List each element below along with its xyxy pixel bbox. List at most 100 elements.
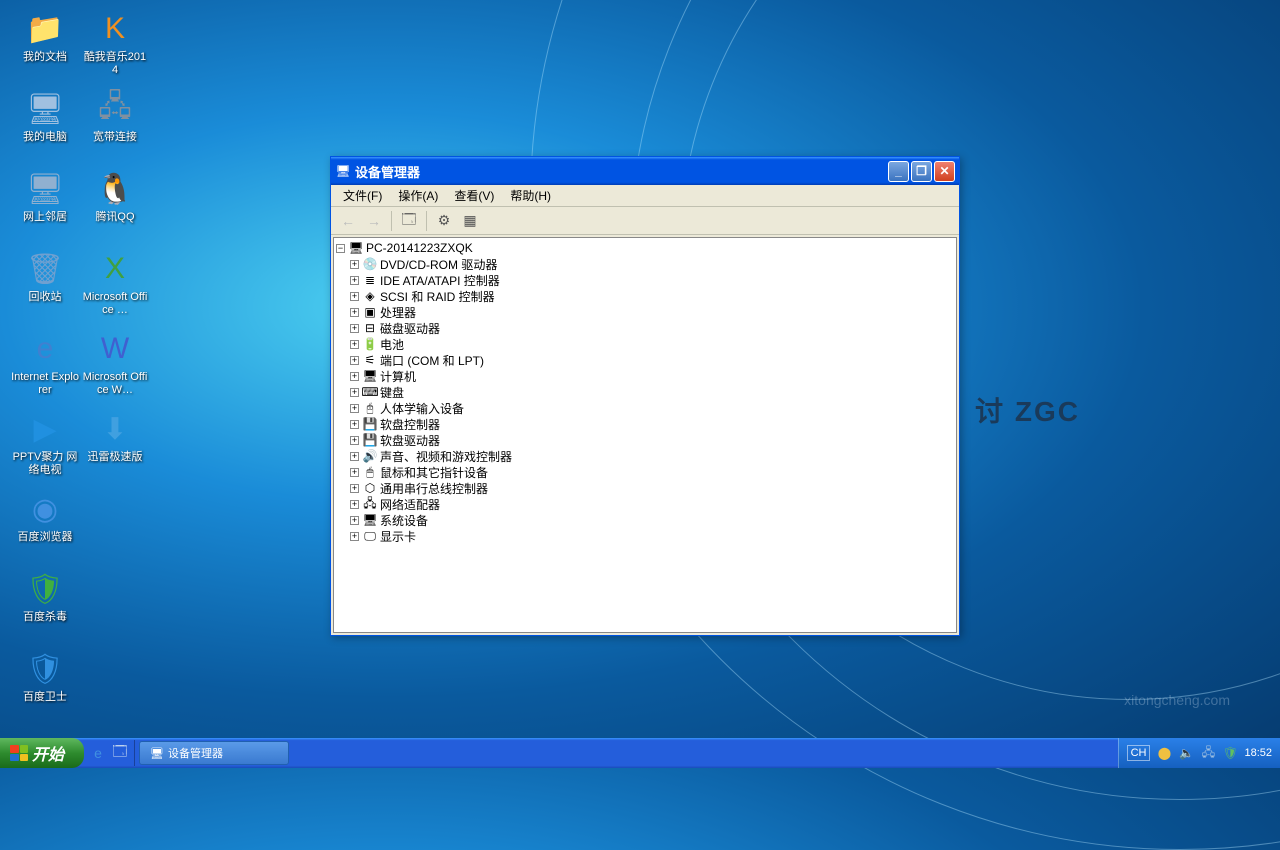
expand-icon[interactable]: + — [350, 484, 359, 493]
tree-device-node[interactable]: +🖵显示卡 — [336, 528, 954, 544]
desktop-icon-image: 🛡 — [25, 569, 65, 609]
desktop-icon-label: 腾讯QQ — [95, 211, 134, 224]
desktop-icon[interactable]: 🖥网上邻居 — [10, 165, 80, 240]
task-button-label: 设备管理器 — [168, 745, 223, 761]
close-button[interactable]: ✕ — [934, 161, 955, 182]
menu-item[interactable]: 查看(V) — [446, 185, 502, 206]
desktop-icon-image: 🐧 — [95, 169, 135, 209]
window-title: 设备管理器 — [355, 162, 888, 181]
tree-device-node[interactable]: +🖧网络适配器 — [336, 496, 954, 512]
tree-device-node[interactable]: +🔊声音、视频和游戏控制器 — [336, 448, 954, 464]
tree-device-node[interactable]: +⬡通用串行总线控制器 — [336, 480, 954, 496]
desktop-icon[interactable]: 🖧宽带连接 — [80, 85, 150, 160]
desktop-icon[interactable]: 🛡百度卫士 — [10, 645, 80, 720]
menu-item[interactable]: 文件(F) — [335, 185, 390, 206]
expand-icon[interactable]: + — [350, 308, 359, 317]
tree-device-node[interactable]: +🖥计算机 — [336, 368, 954, 384]
desktop-icon[interactable]: ◉百度浏览器 — [10, 485, 80, 560]
maximize-button[interactable]: ❐ — [911, 161, 932, 182]
device-category-icon: ⚟ — [362, 352, 378, 368]
tree-device-node[interactable]: +💿DVD/CD-ROM 驱动器 — [336, 256, 954, 272]
desktop-icon-grid: 📁我的文档 🖥 我的电脑 🖥网上邻居🗑回收站eInternet Explorer▶PP… — [10, 5, 150, 725]
device-category-icon: 🔋 — [362, 336, 378, 352]
expand-icon[interactable]: + — [350, 276, 359, 285]
tree-device-node[interactable]: +◈SCSI 和 RAID 控制器 — [336, 288, 954, 304]
tray-shield-icon[interactable]: 🛡 — [1222, 745, 1238, 761]
expand-icon[interactable]: + — [350, 436, 359, 445]
desktop-icon[interactable]: 🛡百度杀毒 — [10, 565, 80, 640]
desktop-icon-label: Microsoft Office W… — [81, 371, 149, 397]
clock[interactable]: 18:52 — [1244, 747, 1272, 759]
expand-icon[interactable]: + — [350, 420, 359, 429]
menubar: 文件(F)操作(A)查看(V)帮助(H) — [331, 185, 959, 207]
expand-icon[interactable]: + — [350, 452, 359, 461]
tree-root-node[interactable]: −🖥PC-20141223ZXQK — [336, 240, 954, 256]
menu-item[interactable]: 帮助(H) — [502, 185, 559, 206]
minimize-button[interactable]: _ — [888, 161, 909, 182]
desktop-icon-image: 🖥 — [25, 89, 65, 129]
desktop-icon[interactable]: ⬇ 迅雷极速版 — [80, 405, 150, 480]
desktop-icon[interactable]: 🖥 我的电脑 — [10, 85, 80, 160]
expand-icon[interactable]: + — [350, 260, 359, 269]
tool-scan-icon[interactable]: ▦ — [459, 210, 481, 232]
expand-icon[interactable]: + — [350, 372, 359, 381]
desktop-icon-label: 迅雷极速版 — [88, 451, 143, 464]
device-tree[interactable]: −🖥PC-20141223ZXQK+💿DVD/CD-ROM 驱动器+≣IDE A… — [333, 237, 957, 633]
desktop-icon[interactable]: eInternet Explorer — [10, 325, 80, 400]
expand-icon[interactable]: + — [350, 324, 359, 333]
taskbar: 开始 e 🗔 🖥 设备管理器 CH ⬤ 🔈 🖧 🛡 18:52 — [0, 738, 1280, 768]
device-category-icon: 💾 — [362, 432, 378, 448]
desktop-icon-label: 我的电脑 — [23, 131, 67, 144]
expand-icon[interactable]: + — [350, 404, 359, 413]
device-category-icon: 💿 — [362, 256, 378, 272]
ql-ie-icon[interactable]: e — [88, 743, 108, 763]
expand-icon[interactable]: + — [350, 340, 359, 349]
device-category-icon: 🖵 — [362, 528, 378, 544]
tree-device-node[interactable]: +⌨键盘 — [336, 384, 954, 400]
desktop-icon-image: 🗑 — [25, 249, 65, 289]
tree-device-node[interactable]: +⚟端口 (COM 和 LPT) — [336, 352, 954, 368]
expand-icon[interactable]: + — [350, 468, 359, 477]
ql-desktop-icon[interactable]: 🗔 — [110, 743, 130, 763]
desktop-icon-label: Internet Explorer — [11, 371, 79, 397]
tool-refresh-icon[interactable]: ⚙ — [433, 210, 455, 232]
tray-icon-1[interactable]: ⬤ — [1156, 745, 1172, 761]
desktop-icon[interactable]: K酷我音乐2014 — [80, 5, 150, 80]
desktop-icon[interactable]: 📁我的文档 — [10, 5, 80, 80]
desktop-icon-image: ⬇ — [95, 409, 135, 449]
start-button[interactable]: 开始 — [0, 738, 84, 768]
back-button[interactable]: ← — [337, 210, 359, 232]
tree-device-node[interactable]: +🖰人体学输入设备 — [336, 400, 954, 416]
expand-icon[interactable]: + — [350, 516, 359, 525]
titlebar[interactable]: 🖥 设备管理器 _ ❐ ✕ — [331, 157, 959, 185]
expand-icon[interactable]: + — [350, 500, 359, 509]
tree-device-node[interactable]: +💾软盘控制器 — [336, 416, 954, 432]
desktop-icon[interactable]: ▶PPTV聚力 网络电视 — [10, 405, 80, 480]
menu-item[interactable]: 操作(A) — [390, 185, 446, 206]
taskbar-button-device-manager[interactable]: 🖥 设备管理器 — [139, 741, 289, 765]
expand-icon[interactable]: + — [350, 356, 359, 365]
desktop-icon[interactable]: XMicrosoft Office … — [80, 245, 150, 320]
expand-icon[interactable]: + — [350, 292, 359, 301]
tree-device-node[interactable]: +🖱鼠标和其它指针设备 — [336, 464, 954, 480]
collapse-icon[interactable]: − — [336, 244, 345, 253]
tree-device-node[interactable]: +🔋电池 — [336, 336, 954, 352]
tree-device-node[interactable]: +≣IDE ATA/ATAPI 控制器 — [336, 272, 954, 288]
desktop-icon[interactable]: 🗑回收站 — [10, 245, 80, 320]
language-indicator[interactable]: CH — [1127, 745, 1151, 761]
tray-icon-2[interactable]: 🔈 — [1178, 745, 1194, 761]
desktop-icon[interactable]: 🐧 腾讯QQ — [80, 165, 150, 240]
tray-network-icon[interactable]: 🖧 — [1200, 745, 1216, 761]
expand-icon[interactable]: + — [350, 388, 359, 397]
tree-node-label: 电池 — [380, 336, 404, 353]
tree-device-node[interactable]: +▣处理器 — [336, 304, 954, 320]
tree-device-node[interactable]: +⊟磁盘驱动器 — [336, 320, 954, 336]
desktop-icon-image: 📁 — [25, 9, 65, 49]
tree-device-node[interactable]: +💾软盘驱动器 — [336, 432, 954, 448]
desktop-icon[interactable]: WMicrosoft Office W… — [80, 325, 150, 400]
tool-properties-icon[interactable]: 🗔 — [398, 210, 420, 232]
forward-button[interactable]: → — [363, 210, 385, 232]
expand-icon[interactable]: + — [350, 532, 359, 541]
desktop-icon-image: 🛡 — [25, 649, 65, 689]
tree-device-node[interactable]: +🖥系统设备 — [336, 512, 954, 528]
